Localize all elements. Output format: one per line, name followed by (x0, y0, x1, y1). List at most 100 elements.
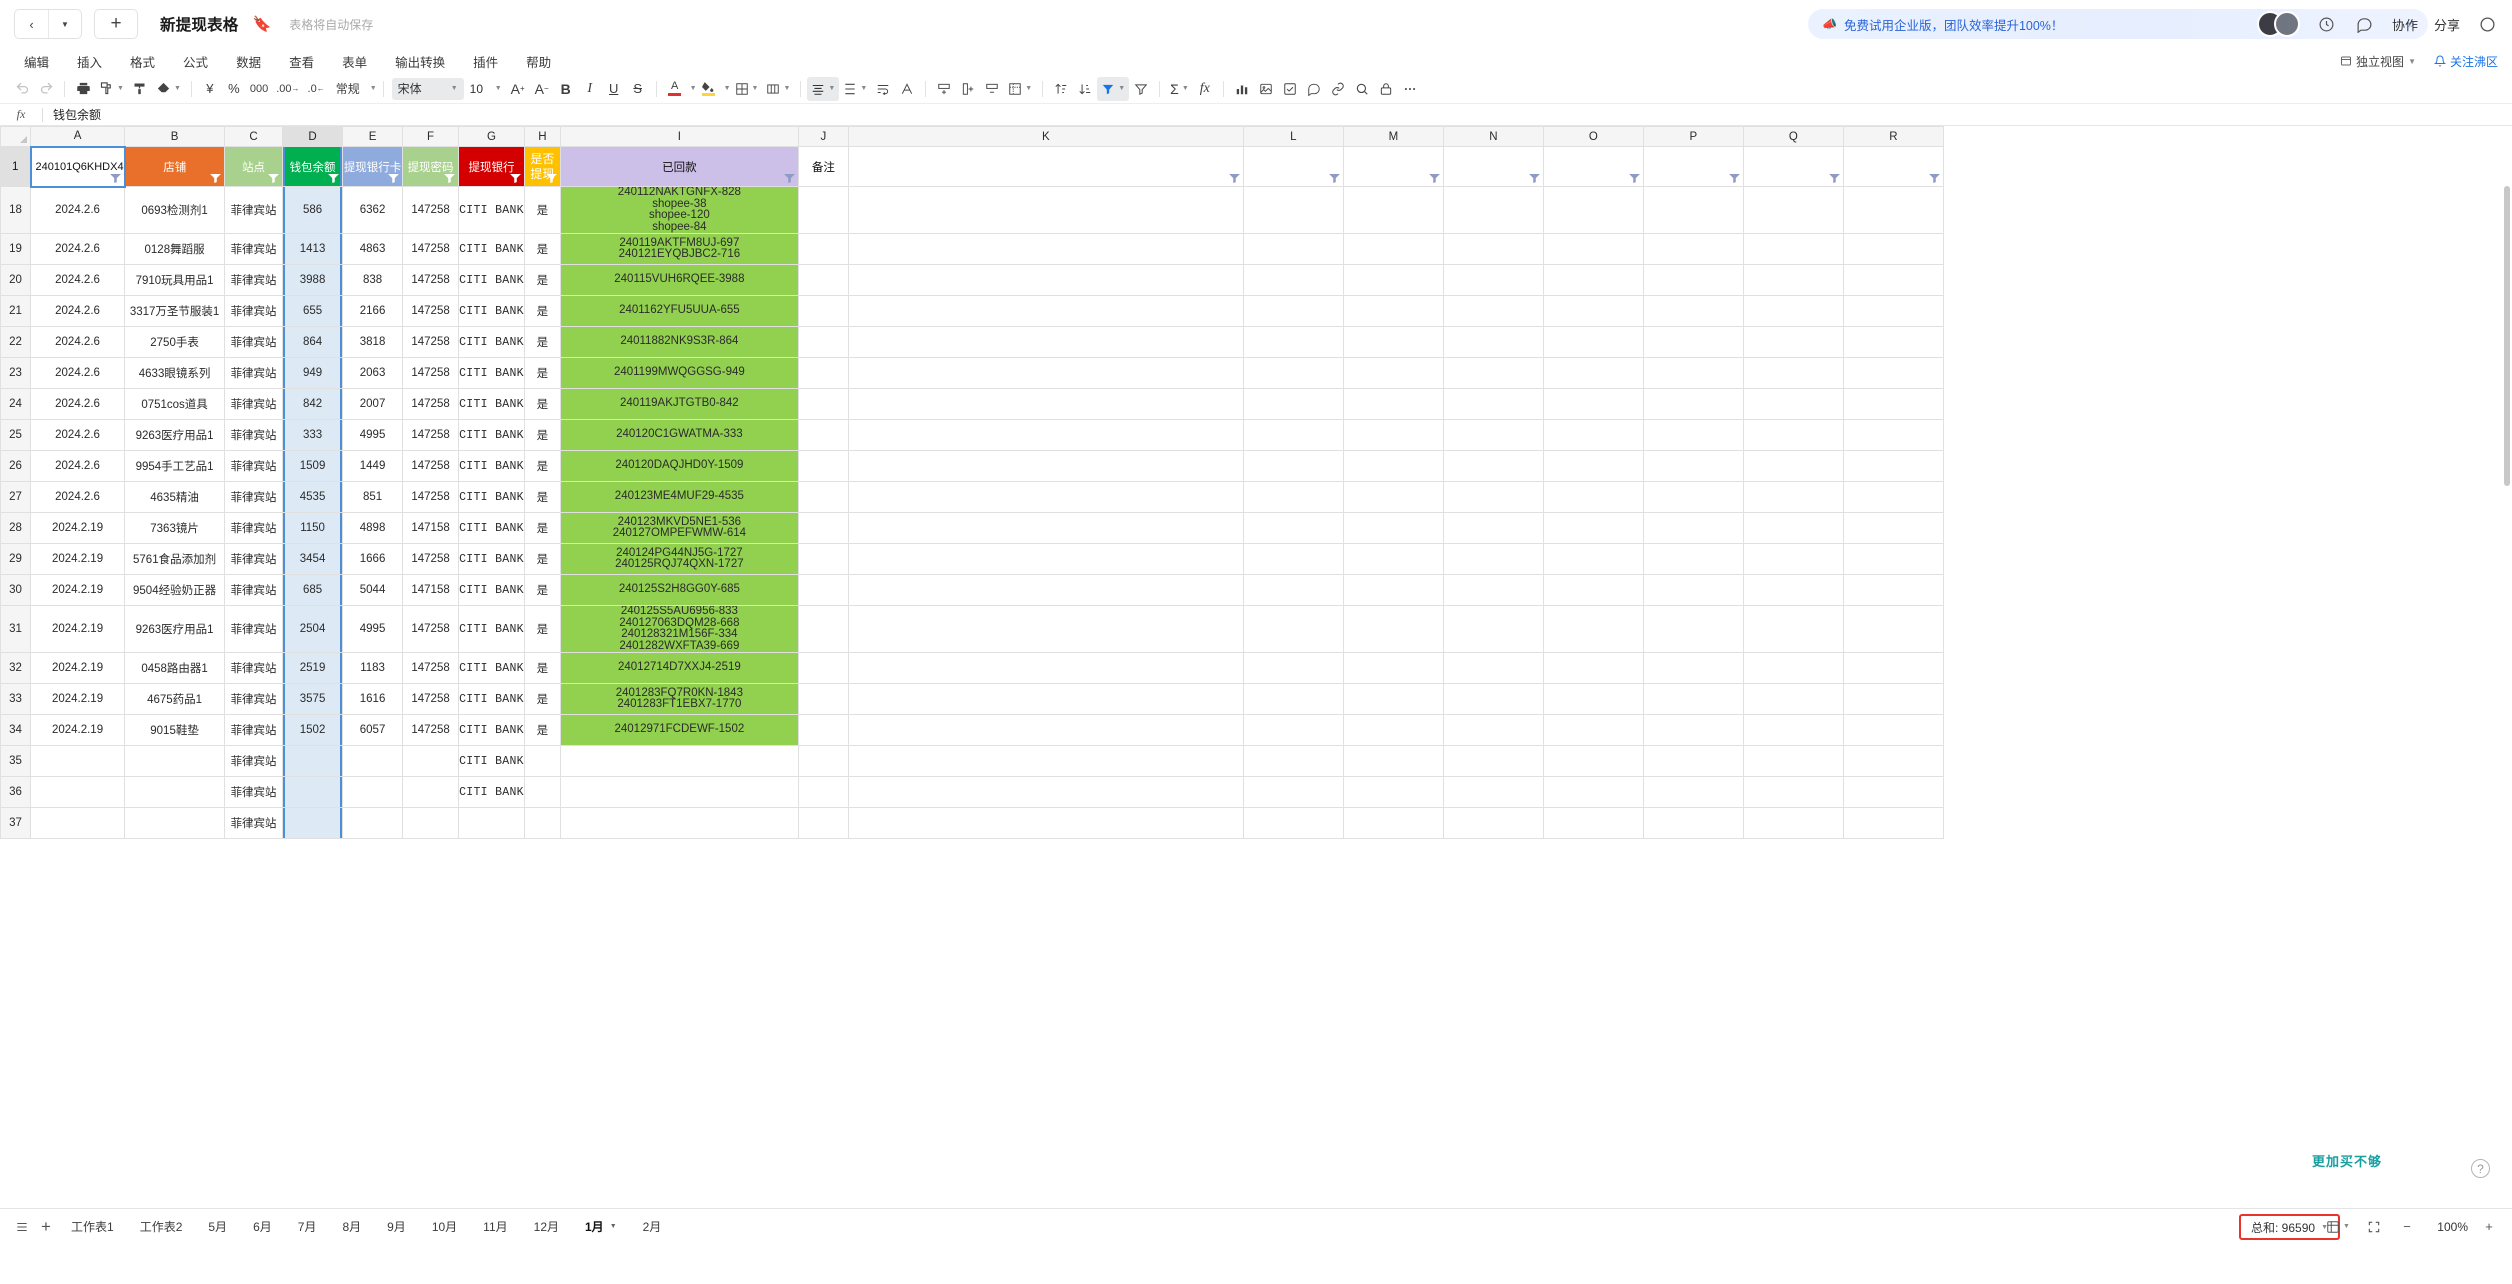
cell-empty[interactable] (848, 777, 1243, 808)
cell-empty[interactable] (1843, 420, 1943, 451)
column-header-I[interactable]: I (560, 127, 798, 147)
cell-empty[interactable] (848, 746, 1243, 777)
cell-shop[interactable]: 7363镜片 (125, 513, 225, 544)
column-header-P[interactable]: P (1643, 127, 1743, 147)
sheet-tab-7月[interactable]: 7月 (285, 1214, 330, 1240)
cell-empty[interactable] (1643, 513, 1743, 544)
independent-view-button[interactable]: 独立视图 ▼ (2340, 53, 2416, 70)
sheet-tab-工作表1[interactable]: 工作表1 (58, 1214, 127, 1240)
cell-withdraw-password[interactable]: 147258 (403, 296, 459, 327)
new-document-button[interactable]: + (94, 9, 138, 39)
filter-icon[interactable] (110, 174, 121, 183)
header-cell-O[interactable] (1543, 147, 1643, 187)
cell-withdraw-password[interactable]: 147258 (403, 684, 459, 715)
cell-withdrawn[interactable]: 是 (524, 544, 560, 575)
row-header[interactable]: 1 (1, 147, 31, 187)
currency-format-button[interactable]: ¥ (198, 77, 222, 101)
table-row[interactable]: 282024.2.197363镜片菲律宾站11504898147158CITI … (1, 513, 1944, 544)
cell-withdraw-password[interactable]: 147258 (403, 715, 459, 746)
row-header[interactable]: 27 (1, 482, 31, 513)
cell-bank-card[interactable]: 2166 (343, 296, 403, 327)
column-header-A[interactable]: A (31, 127, 125, 147)
column-header-L[interactable]: L (1243, 127, 1343, 147)
cell-empty[interactable] (1643, 575, 1743, 606)
cell-empty[interactable] (1543, 575, 1643, 606)
collaborate-button[interactable]: 协作 (2392, 15, 2418, 34)
cell-remark[interactable] (798, 513, 848, 544)
cell-wallet-balance[interactable]: 3988 (283, 265, 343, 296)
cell-empty[interactable] (1543, 389, 1643, 420)
cell-remark[interactable] (798, 808, 848, 839)
cell-empty[interactable] (1643, 684, 1743, 715)
cell-empty[interactable] (1843, 482, 1943, 513)
cell-date[interactable] (31, 808, 125, 839)
font-size-select[interactable]: 10 ▼ (466, 78, 506, 100)
cell-date[interactable]: 2024.2.19 (31, 544, 125, 575)
cell-withdraw-password[interactable]: 147258 (403, 420, 459, 451)
cell-withdraw-password[interactable]: 147258 (403, 606, 459, 653)
row-header[interactable]: 29 (1, 544, 31, 575)
cell-withdrawn[interactable]: 是 (524, 296, 560, 327)
cell-empty[interactable] (1543, 513, 1643, 544)
header-cell-L[interactable] (1243, 147, 1343, 187)
cell-empty[interactable] (1343, 513, 1443, 544)
scrollbar-thumb[interactable] (2504, 186, 2510, 486)
cell-empty[interactable] (1343, 606, 1443, 653)
cell-empty[interactable] (1543, 296, 1643, 327)
link-icon[interactable] (1326, 77, 1350, 101)
cell-site[interactable]: 菲律宾站 (225, 358, 283, 389)
cell-empty[interactable] (1243, 389, 1343, 420)
cell-empty[interactable] (848, 684, 1243, 715)
chevron-down-icon[interactable]: ▼ (1182, 85, 1189, 92)
cell-empty[interactable] (1443, 234, 1543, 265)
cell-repaid[interactable] (560, 746, 798, 777)
filter-icon[interactable] (1629, 174, 1640, 183)
cell-site[interactable]: 菲律宾站 (225, 575, 283, 606)
cell-bank[interactable]: CITI BANK (459, 296, 525, 327)
cell-empty[interactable] (1543, 265, 1643, 296)
cell-empty[interactable] (1743, 327, 1843, 358)
cell-shop[interactable]: 9015鞋垫 (125, 715, 225, 746)
cell-empty[interactable] (1343, 653, 1443, 684)
more-icon[interactable] (2476, 13, 2498, 35)
chevron-down-icon[interactable]: ▼ (860, 85, 867, 92)
cell-bank-card[interactable]: 2063 (343, 358, 403, 389)
chevron-down-icon[interactable]: ▼ (174, 85, 181, 92)
cell-remark[interactable] (798, 234, 848, 265)
insert-row-icon[interactable] (932, 77, 956, 101)
cell-empty[interactable] (1243, 808, 1343, 839)
cell-bank[interactable]: CITI BANK (459, 389, 525, 420)
cell-withdraw-password[interactable]: 147158 (403, 513, 459, 544)
cell-date[interactable]: 2024.2.19 (31, 606, 125, 653)
cell-repaid[interactable]: 24012714D7XXJ4-2519 (560, 653, 798, 684)
table-row[interactable]: 292024.2.195761食品添加剂菲律宾站34541666147258CI… (1, 544, 1944, 575)
format-painter-icon[interactable]: ▼ (95, 77, 128, 101)
filter-icon[interactable] (546, 174, 557, 183)
cell-empty[interactable] (1743, 544, 1843, 575)
cell-empty[interactable] (1443, 653, 1543, 684)
table-row[interactable]: 332024.2.194675药品1菲律宾站35751616147258CITI… (1, 684, 1944, 715)
thousands-format-button[interactable]: 000 (246, 77, 272, 101)
sum-status-box[interactable]: 总和: 96590 ▼ (2239, 1214, 2340, 1240)
cell-empty[interactable] (1443, 451, 1543, 482)
sheet-tab-工作表2[interactable]: 工作表2 (127, 1214, 196, 1240)
cell-shop[interactable]: 0751cos道具 (125, 389, 225, 420)
cell-wallet-balance[interactable]: 4535 (283, 482, 343, 513)
table-row[interactable]: 36菲律宾站CITI BANK (1, 777, 1944, 808)
cell-date[interactable]: 2024.2.19 (31, 684, 125, 715)
chevron-down-icon[interactable]: ▼ (610, 1223, 617, 1230)
cell-empty[interactable] (1343, 234, 1443, 265)
cell-date[interactable]: 2024.2.6 (31, 389, 125, 420)
cell-empty[interactable] (1343, 544, 1443, 575)
menu-item-edit[interactable]: 编辑 (14, 52, 63, 71)
cell-date[interactable]: 2024.2.6 (31, 420, 125, 451)
cell-withdrawn[interactable]: 是 (524, 684, 560, 715)
cell-empty[interactable] (1743, 358, 1843, 389)
sort-asc-icon[interactable] (1049, 77, 1073, 101)
cell-repaid[interactable]: 2401283FQ7R0KN-18432401283FT1EBX7-1770 (560, 684, 798, 715)
cell-date[interactable]: 2024.2.6 (31, 296, 125, 327)
cell-empty[interactable] (1443, 777, 1543, 808)
cell-empty[interactable] (1843, 544, 1943, 575)
cell-empty[interactable] (1743, 715, 1843, 746)
cell-withdraw-password[interactable] (403, 777, 459, 808)
